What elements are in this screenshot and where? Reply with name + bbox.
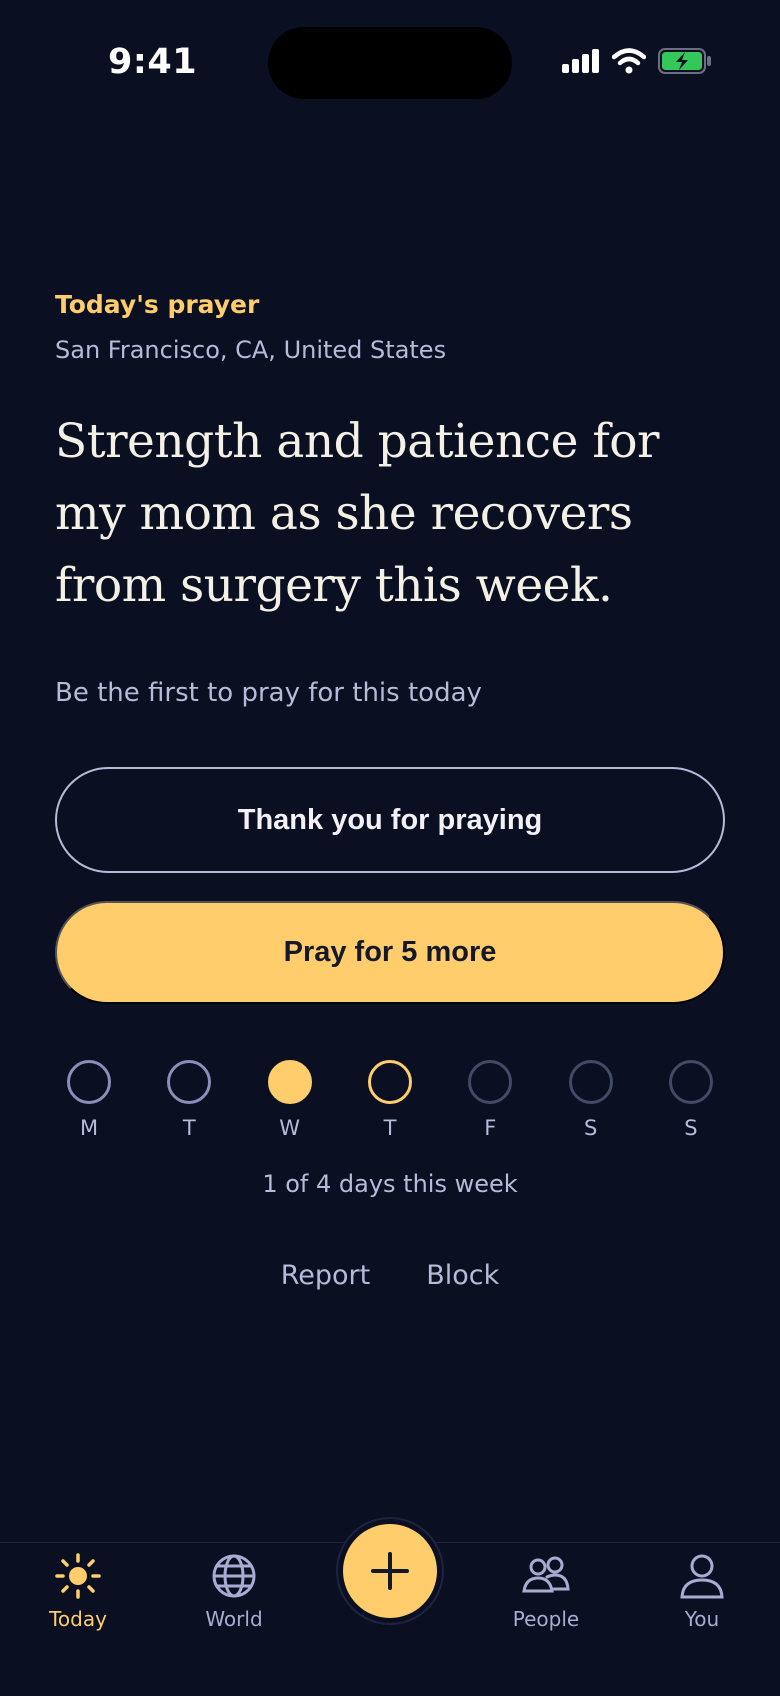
people-icon [522, 1556, 570, 1593]
day-friday: F [468, 1060, 513, 1140]
pray-more-button[interactable]: Pray for 5 more [55, 901, 725, 1004]
dynamic-island [268, 27, 512, 99]
day-label: T [182, 1116, 196, 1140]
tab-you[interactable]: You [642, 1553, 762, 1631]
tab-label: People [512, 1607, 580, 1631]
signal-icon [562, 49, 599, 73]
report-link[interactable]: Report [281, 1260, 371, 1291]
day-label: W [279, 1116, 301, 1140]
globe-icon [212, 1554, 256, 1598]
tab-world[interactable]: World [174, 1553, 294, 1631]
sun-icon [55, 1553, 101, 1599]
day-indicator [468, 1060, 513, 1104]
day-label: S [684, 1116, 698, 1140]
tab-label: You [684, 1607, 720, 1631]
add-prayer-button[interactable] [343, 1524, 437, 1618]
day-saturday: S [568, 1060, 613, 1140]
week-tracker: M T W T F S S [55, 1060, 725, 1140]
week-summary: 1 of 4 days this week [262, 1170, 518, 1198]
status-time: 9:41 [108, 42, 198, 82]
prayer-text: Strength and patience for my mom as she … [55, 414, 660, 613]
day-indicator [668, 1060, 713, 1104]
day-monday: M [67, 1060, 111, 1140]
tab-label: Today [49, 1607, 107, 1631]
day-indicator [568, 1060, 613, 1104]
user-icon [680, 1554, 724, 1599]
tab-people[interactable]: People [486, 1553, 606, 1631]
first-pray-note: Be the first to pray for this today [55, 678, 482, 708]
section-eyebrow: Today's prayer [55, 290, 260, 319]
day-label: T [383, 1116, 397, 1140]
tab-today[interactable]: Today [18, 1553, 138, 1631]
tab-label: World [205, 1607, 263, 1631]
day-sunday: S [668, 1060, 713, 1140]
day-indicator [67, 1060, 111, 1104]
day-wednesday: W [267, 1060, 312, 1140]
prayer-location: San Francisco, CA, United States [55, 336, 447, 364]
day-thursday: T [367, 1060, 412, 1140]
day-label: F [484, 1116, 497, 1140]
wifi-icon [612, 48, 646, 74]
plus-icon [371, 1552, 409, 1590]
day-label: M [79, 1116, 99, 1140]
status-icons [562, 48, 712, 74]
day-tuesday: T [167, 1060, 212, 1140]
day-indicator-today [367, 1060, 412, 1104]
moderation-actions: Report Block [55, 1260, 725, 1291]
status-bar: 9:41 [0, 0, 780, 120]
thank-you-button[interactable]: Thank you for praying [55, 767, 725, 873]
battery-icon [658, 48, 711, 74]
day-label: S [583, 1116, 598, 1140]
block-link[interactable]: Block [426, 1260, 499, 1291]
day-indicator-done [267, 1060, 312, 1104]
day-indicator [167, 1060, 212, 1104]
